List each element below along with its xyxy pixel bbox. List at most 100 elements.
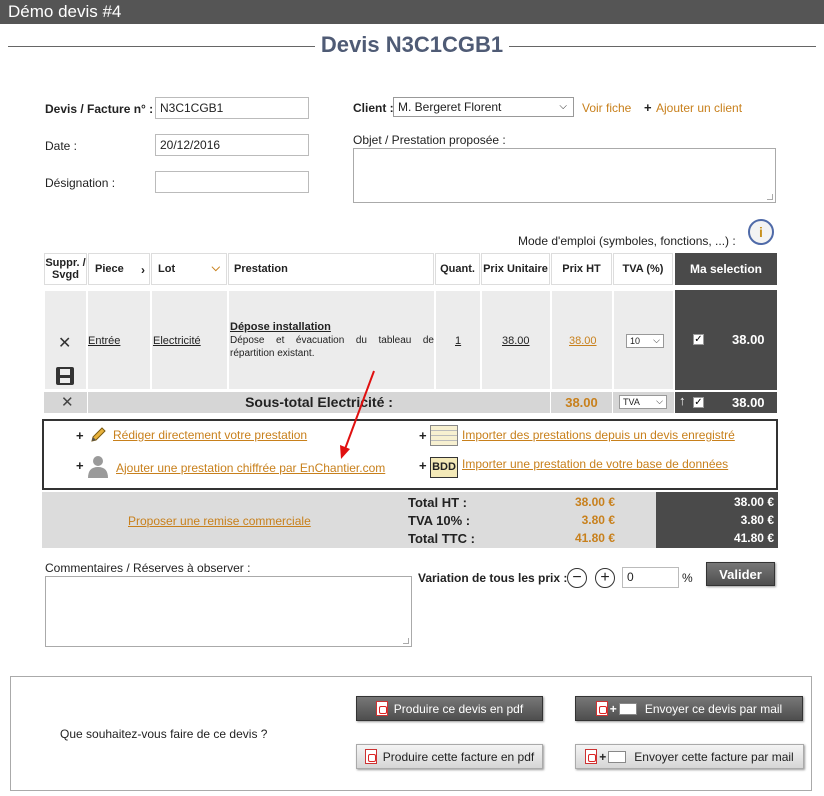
header-lot[interactable]: Lot ⌵ (151, 253, 227, 285)
row-piece-link[interactable]: Entrée (88, 335, 120, 347)
info-icon[interactable]: i (748, 219, 774, 245)
subtotal-selection-value: 38.00 (732, 395, 765, 410)
comments-textarea[interactable] (45, 576, 412, 647)
total-ht-label: Total HT : (408, 495, 467, 510)
plus-icon: + (76, 458, 84, 473)
row-prix-unitaire-cell: 38.00 (481, 290, 551, 390)
chevron-down-icon: ⌵ (656, 396, 663, 406)
plus-icon: + (609, 701, 617, 716)
plus-icon: + (599, 749, 607, 764)
total-ttc-label: Total TTC : (408, 531, 475, 546)
envelope-icon (618, 702, 637, 715)
subtotal-tva-select[interactable]: TVA ⌵ (619, 395, 667, 409)
resize-grip-icon (767, 194, 773, 200)
increase-button[interactable]: + (595, 568, 615, 588)
header-lot-label: Lot (158, 263, 176, 275)
row-tva-select[interactable]: 10 ⌵ (626, 334, 664, 348)
subtotal-actions-cell: ✕ (44, 392, 87, 413)
row-tva-cell: 10 ⌵ (613, 290, 674, 390)
envoyer-devis-mail-label: Envoyer ce devis par mail (644, 701, 783, 716)
rediger-prestation-link[interactable]: Rédiger directement votre prestation (113, 428, 307, 442)
row-prix-ht-cell: 38.00 (551, 290, 613, 390)
client-select-value: M. Bergeret Florent (398, 100, 502, 114)
sel-total-ttc: 41.80 € (733, 531, 774, 545)
client-label: Client : (353, 101, 394, 115)
row-actions-cell: ✕ (44, 290, 87, 390)
add-client-link[interactable]: Ajouter un client (656, 101, 742, 115)
produire-devis-pdf-button[interactable]: Produire ce devis en pdf (356, 696, 543, 721)
objet-textarea[interactable] (353, 148, 776, 203)
voir-fiche-link[interactable]: Voir fiche (582, 101, 631, 115)
row-prix-ht-value[interactable]: 38.00 (569, 335, 597, 347)
date-label: Date : (45, 139, 78, 153)
pdf-icon (364, 749, 377, 764)
annotation-arrow-icon (340, 370, 375, 459)
pencil-icon (89, 426, 107, 444)
valider-button[interactable]: Valider (706, 562, 775, 586)
pdf-icon (595, 701, 608, 716)
header-quant: Quant. (435, 253, 480, 285)
objet-label: Objet / Prestation proposée : (353, 133, 506, 147)
header-piece[interactable]: Piece › (88, 253, 150, 285)
delete-icon[interactable]: ✕ (58, 333, 71, 353)
header-piece-label: Piece (95, 263, 124, 275)
subtotal-tva-value: TVA (623, 397, 640, 407)
comments-label: Commentaires / Réserves à observer : (45, 561, 251, 575)
spreadsheet-icon (430, 425, 458, 446)
decrease-button[interactable]: − (567, 568, 587, 588)
sel-tva: 3.80 € (740, 513, 774, 527)
produire-facture-pdf-button[interactable]: Produire cette facture en pdf (356, 744, 543, 769)
header-prestation: Prestation (228, 253, 434, 285)
client-select[interactable]: M. Bergeret Florent ⌵ (393, 97, 574, 117)
row-prestation-cell[interactable]: Dépose installation Dépose et évacuation… (228, 290, 435, 390)
variation-label: Variation de tous les prix : (418, 571, 568, 585)
designation-input[interactable] (155, 171, 309, 193)
person-icon (87, 454, 109, 478)
sel-total-ht: 38.00 € (733, 495, 774, 509)
envoyer-facture-mail-button[interactable]: + Envoyer cette facture par mail (575, 744, 804, 769)
save-icon[interactable] (56, 367, 74, 385)
chevron-down-icon: ⌵ (653, 335, 660, 345)
row-prestation-title: Dépose installation (230, 321, 331, 333)
actions-question: Que souhaitez-vous faire de ce devis ? (60, 727, 268, 741)
window-title: Démo devis #4 (0, 0, 824, 24)
subtotal-tva-cell: TVA ⌵ (613, 392, 674, 413)
subtotal-prix-ht: 38.00 (551, 392, 612, 413)
mode-emploi-label: Mode d'emploi (symboles, fonctions, ...)… (518, 234, 736, 248)
remise-link[interactable]: Proposer une remise commerciale (128, 514, 311, 528)
produire-devis-pdf-label: Produire ce devis en pdf (393, 701, 524, 716)
devis-number-input[interactable]: N3C1CGB1 (155, 97, 309, 119)
row-prix-unitaire-value[interactable]: 38.00 (502, 335, 530, 347)
row-quant-value[interactable]: 1 (455, 335, 461, 347)
chevron-right-icon: › (141, 263, 145, 277)
subtotal-selection-cell: ↑ ✓ 38.00 (675, 392, 777, 413)
header-suppr: Suppr. / Svgd (44, 253, 87, 285)
plus-icon: + (76, 428, 84, 443)
row-lot-link[interactable]: Electricité (153, 335, 201, 347)
row-select-checkbox[interactable]: ✓ (693, 334, 704, 345)
plus-icon: + (419, 428, 427, 443)
plus-icon: + (419, 458, 427, 473)
row-quant-cell: 1 (435, 290, 481, 390)
row-prestation-desc: Dépose et évacuation du tableau de répar… (230, 335, 434, 359)
importer-devis-link[interactable]: Importer des prestations depuis un devis… (462, 428, 735, 442)
database-icon: BDD (430, 457, 458, 478)
chevron-down-icon: ⌵ (211, 262, 220, 274)
tva-value: 3.80 € (581, 513, 615, 527)
importer-bdd-link[interactable]: Importer une prestation de votre base de… (462, 457, 728, 471)
row-selection-cell: ✓ 38.00 (675, 290, 777, 390)
resize-grip-icon (403, 638, 409, 644)
envoyer-devis-mail-button[interactable]: + Envoyer ce devis par mail (575, 696, 803, 721)
subtotal-label: Sous-total Electricité : (88, 392, 550, 413)
designation-label: Désignation : (45, 176, 116, 190)
subtotal-select-checkbox[interactable]: ✓ (693, 397, 704, 408)
envelope-icon (608, 750, 627, 763)
row-tva-value: 10 (630, 336, 641, 346)
date-input[interactable]: 20/12/2016 (155, 134, 309, 156)
total-ttc-value: 41.80 € (574, 531, 615, 545)
produire-facture-pdf-label: Produire cette facture en pdf (382, 749, 535, 764)
variation-input[interactable]: 0 (622, 567, 679, 588)
delete-icon[interactable]: ✕ (61, 393, 74, 411)
arrow-up-icon[interactable]: ↑ (679, 393, 686, 408)
envoyer-facture-mail-label: Envoyer cette facture par mail (634, 749, 794, 764)
